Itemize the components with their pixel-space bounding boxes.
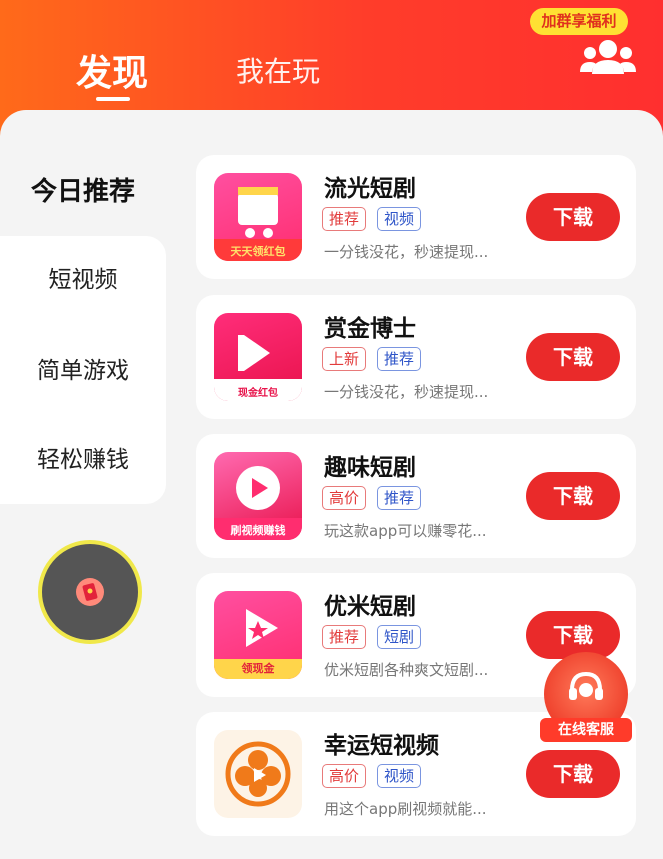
download-button[interactable]: 下载 [526,193,620,241]
app-icon-caption: 刷视频赚钱 [230,524,286,537]
app-icon: 领现金 [214,591,302,679]
group-people-icon[interactable] [578,38,638,78]
sidebar-item-today[interactable]: 今日推荐 [0,148,166,236]
app-icon [214,730,302,818]
app-icon: 天天领红包 [214,173,302,261]
red-envelope-icon [76,578,104,606]
app-icon-caption: 天天领红包 [230,245,286,258]
floating-reward-widget[interactable] [38,540,142,644]
app-icon-caption: 领现金 [241,662,275,675]
app-description: 用这个app刷视频就能... [324,800,487,818]
app-tag: 推荐 [377,347,422,371]
app-name: 赏金博士 [324,316,416,342]
sidebar-item-short-video[interactable]: 短视频 [0,250,166,310]
service-label: 在线客服 [540,718,632,742]
app-tag: 推荐 [322,625,367,649]
sidebar-item-easy-money[interactable]: 轻松赚钱 [0,430,166,490]
app-name: 流光短剧 [324,176,416,202]
app-description: 一分钱没花，秒速提现... [324,243,489,261]
sidebar-category-list: 短视频 简单游戏 轻松赚钱 [0,236,166,504]
sidebar-item-simple-games[interactable]: 简单游戏 [0,341,166,401]
app-description: 优米短剧各种爽文短剧... [324,661,489,679]
app-card[interactable]: 刷视频赚钱 趣味短剧 高价 推荐 玩这款app可以赚零花... 下载 [196,434,636,558]
app-description: 玩这款app可以赚零花... [324,522,487,540]
app-tag: 视频 [377,207,422,231]
app-tag: 高价 [322,486,367,510]
tab-playing[interactable]: 我在玩 [236,50,320,90]
app-icon-caption: 现金红包 [238,388,278,399]
join-group-badge[interactable]: 加群享福利 [530,8,628,35]
headset-icon [569,671,603,700]
app-description: 一分钱没花，秒速提现... [324,383,489,401]
app-icon: 刷视频赚钱 [214,452,302,540]
download-button[interactable]: 下载 [526,333,620,381]
app-tag: 推荐 [322,207,367,231]
app-card[interactable]: 天天领红包 流光短剧 推荐 视频 一分钱没花，秒速提现... 下载 [196,155,636,279]
online-service-button[interactable]: 在线客服 [540,652,632,744]
app-tag: 短剧 [377,625,422,649]
app-tag: 推荐 [377,486,422,510]
app-card[interactable]: 现金红包 赏金博士 上新 推荐 一分钱没花，秒速提现... 下载 [196,295,636,419]
tab-discover[interactable]: 发现 [76,44,148,96]
app-name: 趣味短剧 [324,455,416,481]
app-tag: 高价 [322,764,367,788]
app-tag: 视频 [377,764,422,788]
active-tab-indicator [96,97,130,101]
app-name: 优米短剧 [324,594,416,620]
download-button[interactable]: 下载 [526,750,620,798]
app-name: 幸运短视频 [324,733,439,759]
app-icon: 现金红包 [214,313,302,401]
download-button[interactable]: 下载 [526,472,620,520]
app-tag: 上新 [322,347,367,371]
